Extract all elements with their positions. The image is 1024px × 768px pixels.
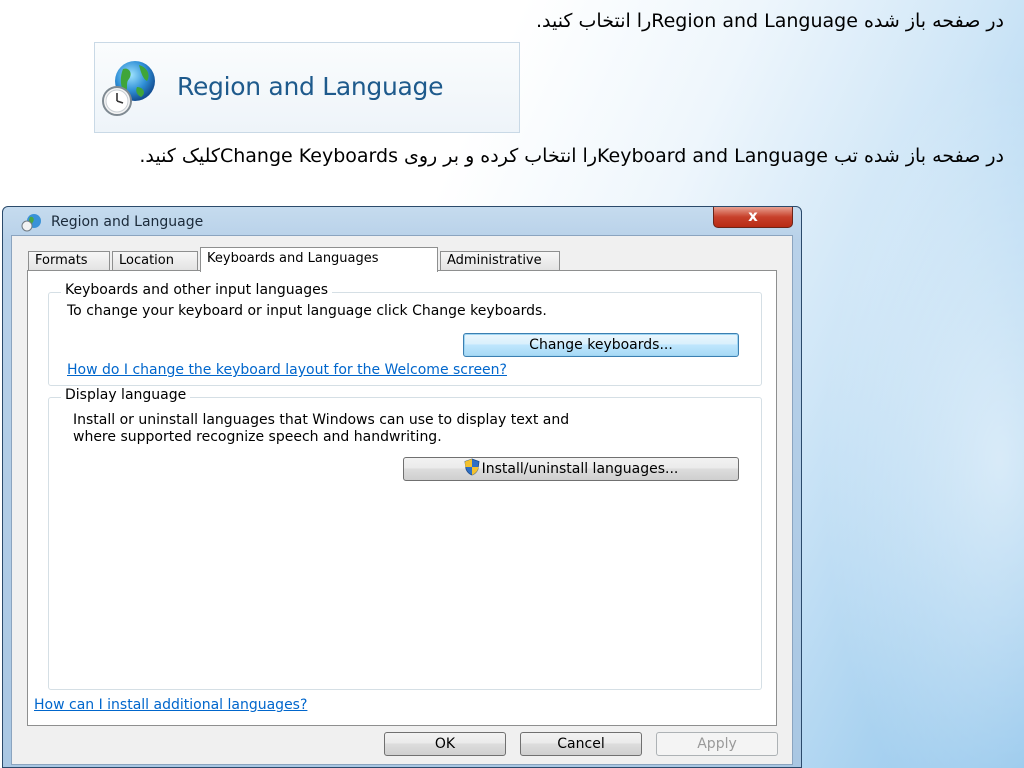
keyboards-group: Keyboards and other input languages To c… xyxy=(48,282,762,386)
install-uninstall-languages-button[interactable]: Install/uninstall languages... xyxy=(403,457,739,481)
instruction-step-2: در صفحه باز شده تب Keyboard and Language… xyxy=(139,145,1004,167)
close-button[interactable]: x xyxy=(713,207,793,228)
close-icon: x xyxy=(748,207,758,225)
welcome-screen-keyboard-link[interactable]: How do I change the keyboard layout for … xyxy=(67,362,507,378)
install-additional-languages-link[interactable]: How can I install additional languages? xyxy=(34,697,307,713)
tab-location[interactable]: Location xyxy=(112,251,198,270)
ok-button[interactable]: OK xyxy=(384,732,506,756)
dialog-client-area: Formats Location Keyboards and Languages… xyxy=(11,235,793,765)
display-language-description-line2: where supported recognize speech and han… xyxy=(73,429,442,445)
window-title: Region and Language xyxy=(51,214,204,230)
tab-keyboards-and-languages[interactable]: Keyboards and Languages xyxy=(200,247,438,272)
change-keyboards-button[interactable]: Change keyboards... xyxy=(463,333,739,357)
keyboards-description: To change your keyboard or input languag… xyxy=(67,303,547,319)
apply-button[interactable]: Apply xyxy=(656,732,778,756)
uac-shield-icon xyxy=(464,458,480,476)
tab-formats[interactable]: Formats xyxy=(28,251,110,270)
display-language-group: Display language Install or uninstall la… xyxy=(48,387,762,690)
region-language-window: Region and Language x Formats Location K… xyxy=(2,206,802,768)
tab-panel: Keyboards and other input languages To c… xyxy=(27,270,777,726)
region-language-control-panel-item[interactable]: Region and Language xyxy=(94,42,520,133)
display-language-description-line1: Install or uninstall languages that Wind… xyxy=(73,412,570,428)
globe-clock-icon xyxy=(102,61,155,116)
tab-administrative[interactable]: Administrative xyxy=(440,251,560,270)
window-app-icon xyxy=(21,214,41,232)
background-glow xyxy=(790,0,1024,768)
display-language-group-label: Display language xyxy=(61,387,191,403)
keyboards-group-label: Keyboards and other input languages xyxy=(61,282,333,298)
region-language-title: Region and Language xyxy=(177,72,444,101)
instruction-step-1: در صفحه باز شده Region and Languageرا ان… xyxy=(535,10,1004,32)
cancel-button[interactable]: Cancel xyxy=(520,732,642,756)
install-uninstall-languages-label: Install/uninstall languages... xyxy=(481,461,679,477)
